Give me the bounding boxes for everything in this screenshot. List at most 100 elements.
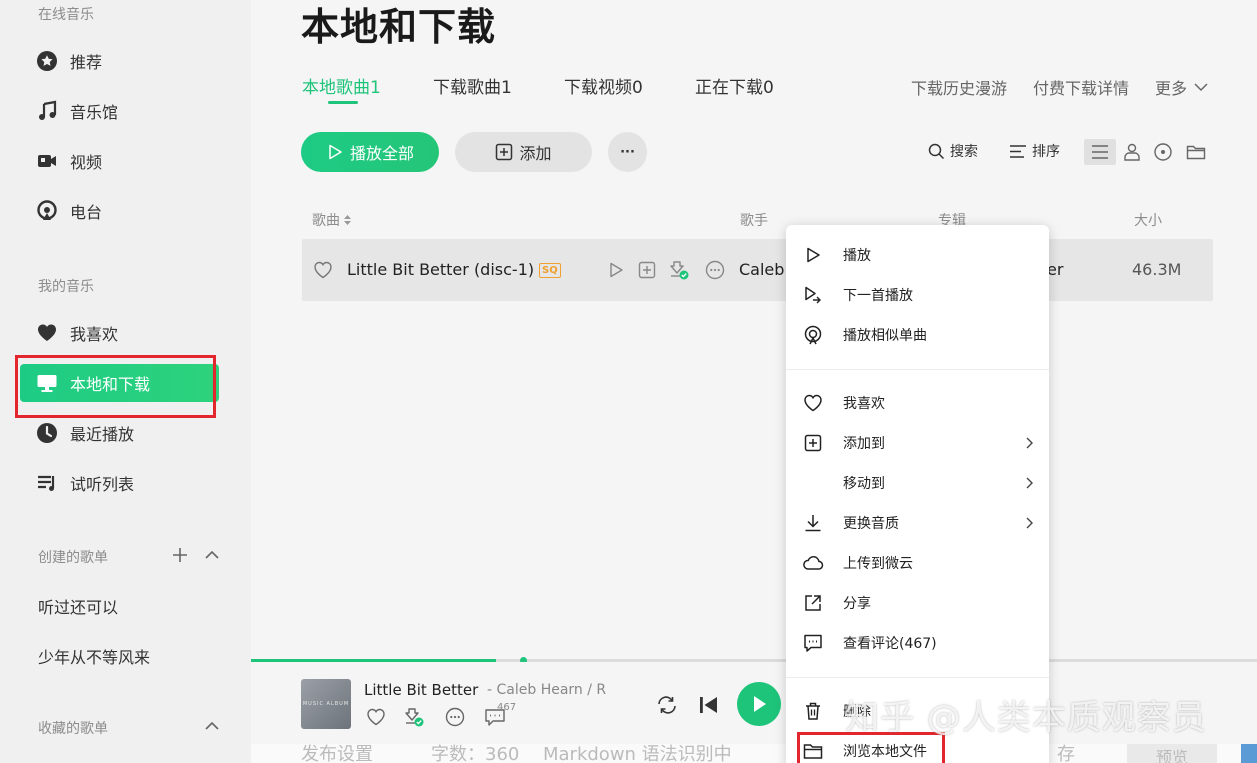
play-icon[interactable] bbox=[605, 259, 627, 281]
quality-badge: SQ bbox=[539, 263, 561, 278]
play-all-label: 播放全部 bbox=[349, 144, 414, 163]
sidebar-item-label: 试听列表 bbox=[70, 475, 135, 494]
tab-downloading[interactable]: 正在下载0 bbox=[695, 73, 774, 98]
song-album[interactable]: er bbox=[1047, 260, 1063, 279]
add-playlist-icon[interactable] bbox=[170, 545, 190, 565]
folder-view-icon[interactable] bbox=[1180, 139, 1212, 165]
add-box-icon bbox=[495, 143, 513, 161]
chevron-right-icon bbox=[1022, 436, 1036, 450]
sidebar-item-recent[interactable]: 最近播放 bbox=[20, 414, 219, 452]
chevron-down-icon bbox=[1193, 79, 1209, 95]
play-icon bbox=[802, 244, 824, 266]
chevron-up-icon[interactable] bbox=[202, 716, 222, 736]
share-icon bbox=[802, 592, 824, 614]
sort-arrows-icon bbox=[343, 214, 352, 226]
menu-item-label: 播放 bbox=[843, 248, 871, 264]
sidebar-item-label: 我喜欢 bbox=[70, 325, 119, 344]
paid-download-details-link[interactable]: 付费下载详情 bbox=[1033, 75, 1129, 99]
column-header-song-label: 歌曲 bbox=[312, 213, 340, 229]
downloaded-icon[interactable] bbox=[403, 706, 425, 728]
add-box-icon bbox=[802, 432, 824, 454]
menu-item-comments[interactable]: 查看评论(467) bbox=[786, 623, 1049, 663]
main-content: 本地和下载 本地歌曲1 下载歌曲1 下载视频0 正在下载0 下载历史漫游 付费下… bbox=[251, 0, 1257, 763]
album-view-icon[interactable] bbox=[1147, 139, 1179, 165]
menu-divider bbox=[786, 677, 1049, 678]
artist-view-icon[interactable] bbox=[1116, 139, 1148, 165]
publish-button-edge bbox=[1241, 744, 1257, 763]
markdown-hint-text: Markdown 语法识别中 bbox=[543, 744, 732, 763]
menu-item-label: 播放相似单曲 bbox=[843, 328, 927, 344]
menu-item-share[interactable]: 分享 bbox=[786, 583, 1049, 623]
menu-item-play[interactable]: 播放 bbox=[786, 235, 1049, 275]
sidebar-item-trial-list[interactable]: 试听列表 bbox=[20, 464, 219, 502]
playlist-item[interactable]: 听过还可以 bbox=[38, 594, 118, 618]
play-pause-button[interactable] bbox=[737, 682, 781, 726]
sidebar-item-radio[interactable]: 电台 bbox=[20, 192, 219, 230]
heart-outline-icon[interactable] bbox=[312, 259, 334, 281]
cover-text: MUSIC ALBUM bbox=[302, 701, 350, 707]
column-header-artist[interactable]: 歌手 bbox=[740, 210, 768, 230]
sidebar-item-recommend[interactable]: 推荐 bbox=[20, 42, 219, 80]
album-cover[interactable]: MUSIC ALBUM bbox=[301, 679, 351, 729]
created-playlists-section-title: 创建的歌单 bbox=[38, 550, 108, 566]
menu-item-label: 更换音质 bbox=[843, 516, 899, 532]
menu-item-upload-cloud[interactable]: 上传到微云 bbox=[786, 543, 1049, 583]
list-view-icon[interactable] bbox=[1084, 139, 1116, 165]
sidebar-item-label: 最近播放 bbox=[70, 425, 135, 444]
sort-button[interactable]: 排序 bbox=[1009, 141, 1060, 161]
search-icon bbox=[928, 143, 945, 160]
play-all-button[interactable]: 播放全部 bbox=[301, 132, 439, 172]
play-icon bbox=[326, 143, 344, 161]
more-options-button[interactable]: ··· bbox=[608, 132, 647, 172]
more-dropdown[interactable]: 更多 bbox=[1155, 75, 1209, 99]
repeat-icon[interactable] bbox=[655, 693, 679, 717]
chevron-up-icon[interactable] bbox=[202, 545, 222, 565]
word-count-text: 字数：360 bbox=[431, 744, 520, 763]
menu-item-play-next[interactable]: 下一首播放 bbox=[786, 275, 1049, 315]
tab-downloaded-videos[interactable]: 下载视频0 bbox=[564, 73, 643, 98]
add-box-icon[interactable] bbox=[636, 259, 658, 281]
sidebar-item-music-hall[interactable]: 音乐馆 bbox=[20, 92, 219, 130]
more-circle-icon[interactable] bbox=[444, 706, 466, 728]
sidebar-item-favorites[interactable]: 我喜欢 bbox=[20, 314, 219, 352]
play-next-icon bbox=[802, 284, 824, 306]
menu-item-label: 上传到微云 bbox=[843, 556, 913, 572]
song-title: Little Bit Better (disc-1) bbox=[347, 260, 535, 279]
now-playing-title[interactable]: Little Bit Better bbox=[364, 681, 478, 699]
song-artist[interactable]: Caleb bbox=[739, 260, 784, 279]
menu-item-change-quality[interactable]: 更换音质 bbox=[786, 503, 1049, 543]
comment-count: 467 bbox=[497, 702, 517, 713]
preview-button: 预览 bbox=[1127, 744, 1217, 763]
more-circle-icon[interactable] bbox=[704, 259, 726, 281]
sidebar: 在线音乐 推荐 音乐馆 视频 电台 我的音乐 我喜欢 本地和下载 最近播放 试听… bbox=[0, 0, 251, 763]
column-header-size[interactable]: 大小 bbox=[1134, 210, 1162, 230]
previous-track-icon[interactable] bbox=[696, 693, 720, 717]
menu-item-move-to[interactable]: 移动到 bbox=[786, 463, 1049, 503]
column-header-song[interactable]: 歌曲 bbox=[312, 210, 352, 230]
sidebar-item-label: 电台 bbox=[70, 203, 103, 222]
cloud-icon bbox=[802, 552, 824, 574]
sidebar-item-label: 视频 bbox=[70, 153, 103, 172]
playlist-item[interactable]: 少年从不等风来 bbox=[38, 644, 150, 668]
tab-local-songs[interactable]: 本地歌曲1 bbox=[302, 73, 381, 98]
menu-item-like[interactable]: 我喜欢 bbox=[786, 383, 1049, 423]
menu-item-label: 查看评论(467) bbox=[843, 636, 937, 652]
menu-item-label: 我喜欢 bbox=[843, 396, 885, 412]
radio-icon bbox=[35, 199, 59, 223]
now-playing-artist[interactable]: - Caleb Hearn / R( bbox=[487, 682, 606, 698]
heart-outline-icon[interactable] bbox=[365, 706, 387, 728]
menu-divider bbox=[786, 369, 1049, 370]
more-options-label: ··· bbox=[620, 144, 635, 160]
tab-downloaded-songs[interactable]: 下载歌曲1 bbox=[433, 73, 512, 98]
video-icon bbox=[35, 149, 59, 173]
download-history-link[interactable]: 下载历史漫游 bbox=[911, 75, 1007, 99]
chevron-right-icon bbox=[1022, 516, 1036, 530]
menu-item-add-to[interactable]: 添加到 bbox=[786, 423, 1049, 463]
menu-item-play-similar[interactable]: 播放相似单曲 bbox=[786, 315, 1049, 355]
search-button[interactable]: 搜索 bbox=[928, 141, 978, 161]
sort-label: 排序 bbox=[1032, 144, 1060, 160]
sidebar-item-video[interactable]: 视频 bbox=[20, 142, 219, 180]
downloaded-icon[interactable] bbox=[668, 259, 690, 281]
table-row[interactable]: Little Bit Better (disc-1) SQ Caleb er 4… bbox=[302, 239, 1213, 301]
add-button[interactable]: 添加 bbox=[455, 132, 592, 172]
